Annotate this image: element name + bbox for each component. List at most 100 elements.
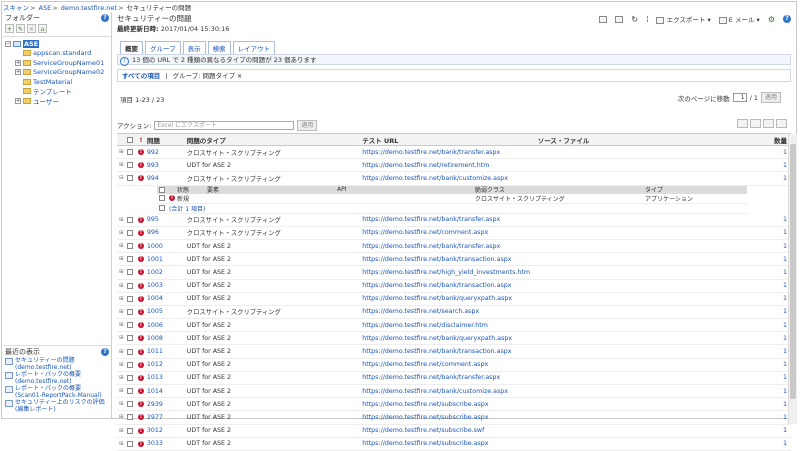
scrollbar-thumb[interactable]: [790, 144, 796, 399]
export-menu[interactable]: エクスポート ▾: [656, 14, 711, 24]
home-icon[interactable]: ⌂: [38, 24, 47, 33]
col-source[interactable]: ソース・ファイル: [538, 135, 767, 145]
action-apply-button[interactable]: 適用: [297, 119, 318, 131]
col-issue[interactable]: 問題: [147, 135, 187, 145]
issue-id[interactable]: 993: [147, 162, 187, 169]
row-checkbox[interactable]: [127, 308, 134, 315]
row-checkbox[interactable]: [127, 216, 134, 223]
col-type[interactable]: 問題のタイプ: [187, 135, 362, 145]
test-url[interactable]: https://demo.testfire.net/subscribe.aspx: [362, 414, 537, 421]
table-row[interactable]: ⊞! 992 クロスサイト・スクリプティング https://demo.testfir…: [117, 146, 791, 160]
issue-id[interactable]: 3033: [147, 440, 187, 447]
row-checkbox[interactable]: [127, 295, 134, 302]
row-checkbox[interactable]: [127, 282, 134, 289]
tab-display[interactable]: 表示: [182, 41, 206, 55]
row-checkbox[interactable]: [127, 149, 134, 156]
tree-item-templates[interactable]: テンプレート: [5, 87, 109, 96]
test-url[interactable]: https://demo.testfire.net/bank/transfer.…: [362, 374, 537, 381]
print-icon[interactable]: [599, 15, 608, 23]
issue-id[interactable]: 1011: [147, 348, 187, 355]
recent-item[interactable]: レポート・パックの概要 (Scan01-ReportPack-Manual): [5, 385, 109, 399]
recent-item[interactable]: セキュリティーの問題 (demo.testfire.net): [5, 357, 109, 371]
table-row[interactable]: ⊞! 1005 クロスサイト・スクリプティング https://demo.testfi…: [117, 306, 791, 320]
table-row[interactable]: ⊞! 2939 UDT for ASE 2 https://demo.testfire…: [117, 398, 791, 412]
row-checkbox[interactable]: [127, 243, 134, 250]
email-menu[interactable]: E メール ▾: [718, 14, 760, 24]
table-row[interactable]: ⊞! 1004 UDT for ASE 2 https://demo.testfire…: [117, 293, 791, 306]
table-row[interactable]: ⊞! 1011 UDT for ASE 2 https://demo.testfire…: [117, 345, 791, 359]
issue-id[interactable]: 1004: [147, 295, 187, 302]
table-row[interactable]: ⊟! 994 クロスサイト・スクリプティング https://demo.testfir…: [117, 172, 791, 186]
test-url[interactable]: https://demo.testfire.net/comment.aspx: [362, 361, 537, 368]
first-page-button[interactable]: [737, 119, 748, 128]
table-row[interactable]: ⊞! 1012 UDT for ASE 2 https://demo.testfire…: [117, 359, 791, 372]
detail-select-all[interactable]: [159, 186, 165, 193]
collapse-icon[interactable]: −: [5, 40, 11, 47]
row-checkbox[interactable]: [127, 322, 134, 329]
select-all-checkbox[interactable]: [127, 136, 134, 143]
expand-row-icon[interactable]: ⊞: [117, 243, 126, 249]
issue-id[interactable]: 3012: [147, 427, 187, 434]
chart-icon[interactable]: [615, 15, 624, 23]
issue-id[interactable]: 1005: [147, 308, 187, 315]
row-checkbox[interactable]: [127, 388, 134, 395]
test-url[interactable]: https://demo.testfire.net/subscribe.aspx: [362, 440, 537, 447]
expand-row-icon[interactable]: ⊞: [117, 322, 126, 328]
row-checkbox[interactable]: [127, 374, 134, 381]
recent-item[interactable]: レポート・パックの概要 (demo.testfire.net): [5, 371, 109, 385]
test-url[interactable]: https://demo.testfire.net/comment.aspx: [362, 229, 537, 236]
issue-id[interactable]: 1006: [147, 322, 187, 329]
test-url[interactable]: https://demo.testfire.net/bank/transacti…: [362, 282, 537, 289]
row-checkbox[interactable]: [127, 414, 134, 421]
expand-row-icon[interactable]: ⊞: [117, 388, 126, 394]
delete-folder-icon[interactable]: ✕: [27, 24, 36, 33]
prev-page-button[interactable]: [750, 119, 761, 128]
table-row[interactable]: ⊞! 1008 UDT for ASE 2 https://demo.testfire…: [117, 332, 791, 346]
breadcrumb-site[interactable]: demo.testfire.net: [61, 4, 117, 12]
issue-id[interactable]: 1000: [147, 243, 187, 250]
row-checkbox[interactable]: [127, 269, 134, 276]
tree-item-appscan[interactable]: appscan.standard: [5, 49, 109, 59]
all-items-link[interactable]: すべての項目: [122, 72, 160, 80]
row-checkbox[interactable]: [127, 162, 134, 169]
expand-row-icon[interactable]: ⊞: [117, 362, 126, 368]
row-checkbox[interactable]: [127, 348, 134, 355]
expand-icon[interactable]: +: [15, 59, 21, 66]
col-url[interactable]: テスト URL: [362, 135, 537, 145]
test-url[interactable]: https://demo.testfire.net/bank/transfer.…: [362, 149, 537, 156]
test-url[interactable]: https://demo.testfire.net/bank/transfer.…: [362, 216, 537, 223]
settings-icon[interactable]: ⚙: [768, 15, 775, 24]
tab-summary[interactable]: 概要: [120, 41, 143, 55]
expand-row-icon[interactable]: ⊞: [117, 375, 126, 381]
issue-id[interactable]: 1014: [147, 388, 187, 395]
expand-row-icon[interactable]: ⊞: [117, 414, 126, 420]
issue-id[interactable]: 1008: [147, 335, 187, 342]
issue-id[interactable]: 1012: [147, 361, 187, 368]
row-checkbox[interactable]: [127, 440, 134, 447]
issue-count[interactable]: 1: [767, 440, 791, 447]
tree-item-ase[interactable]: − ASE: [5, 39, 109, 49]
expand-row-icon[interactable]: ⊞: [117, 296, 126, 302]
last-page-button[interactable]: [776, 119, 787, 128]
row-checkbox[interactable]: [127, 335, 134, 342]
expand-row-icon[interactable]: ⊞: [117, 149, 126, 155]
test-url[interactable]: https://demo.testfire.net/subscribe.swf: [362, 427, 537, 434]
table-row[interactable]: ⊞! 993 UDT for ASE 2 https://demo.testfire.…: [117, 159, 791, 173]
tab-search[interactable]: 検索: [207, 41, 231, 55]
test-url[interactable]: https://demo.testfire.net/bank/customize…: [362, 388, 537, 395]
expand-row-icon[interactable]: ⊞: [117, 269, 126, 275]
table-row[interactable]: ⊞! 2977 UDT for ASE 2 https://demo.testfire…: [117, 411, 791, 425]
table-row[interactable]: ⊞! 1003 UDT for ASE 2 https://demo.testfire…: [117, 280, 791, 293]
test-url[interactable]: https://demo.testfire.net/bank/queryxpat…: [362, 335, 537, 342]
issue-id[interactable]: 995: [147, 216, 187, 223]
issue-id[interactable]: 1001: [147, 256, 187, 263]
test-url[interactable]: https://demo.testfire.net/bank/transfer.…: [362, 243, 537, 250]
info-icon[interactable]: ¦: [646, 15, 648, 23]
row-checkbox[interactable]: [127, 256, 134, 263]
test-url[interactable]: https://demo.testfire.net/retirement.htm: [362, 162, 537, 169]
test-url[interactable]: https://demo.testfire.net/search.aspx: [362, 308, 537, 315]
row-checkbox[interactable]: [127, 401, 134, 408]
breadcrumb-scan[interactable]: スキャン: [3, 4, 29, 12]
detail-checkbox[interactable]: [159, 205, 165, 212]
severity-header-icon[interactable]: !: [135, 136, 147, 144]
